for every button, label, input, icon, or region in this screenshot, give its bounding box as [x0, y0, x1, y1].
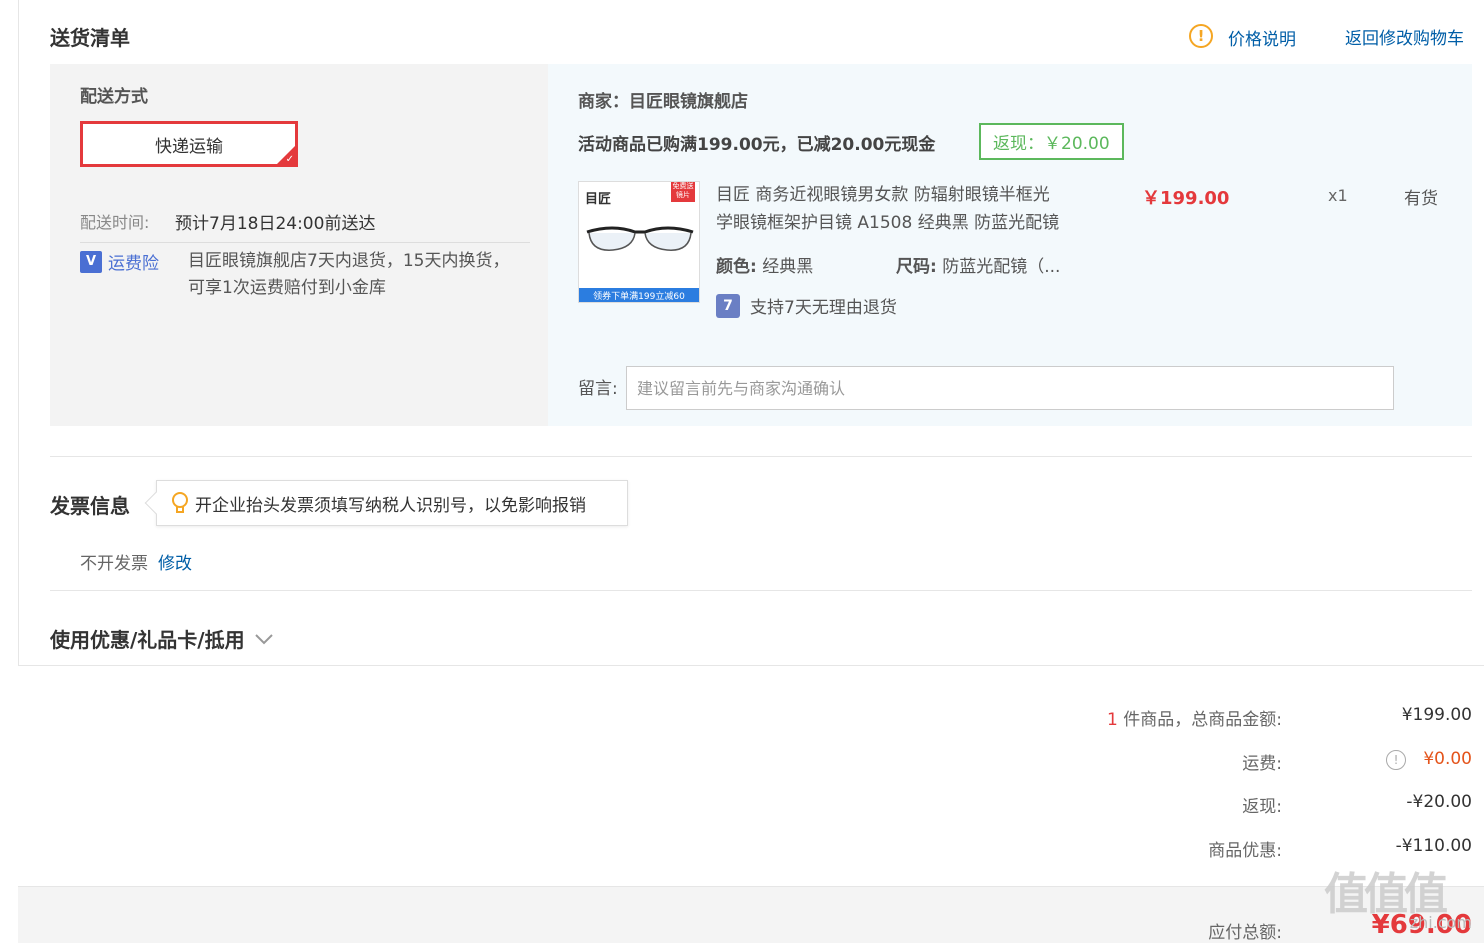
- shield-icon: V: [80, 250, 102, 273]
- rebate-badge: 返现：￥20.00: [979, 123, 1124, 160]
- size-label: 尺码:: [896, 257, 937, 277]
- image-ribbon: 免费送镜片: [671, 182, 695, 202]
- coupon-toggle[interactable]: 使用优惠/礼品卡/抵用: [50, 624, 275, 653]
- shipping-method-label: 配送方式: [80, 87, 148, 107]
- check-icon: ✓: [285, 154, 294, 165]
- goods-total-value: ¥199.00: [1401, 705, 1472, 725]
- size-value: 防蓝光配镜（...: [942, 257, 1061, 277]
- promo-text: 活动商品已购满199.00元，已减20.00元现金: [578, 135, 936, 155]
- info-icon[interactable]: !: [1386, 750, 1406, 770]
- chevron-down-icon: [254, 633, 273, 644]
- product-size: 尺码: 防蓝光配镜（...: [896, 252, 1060, 277]
- image-brand-text: 目匠: [585, 192, 612, 207]
- freight-insurance-badge[interactable]: V 运费险: [80, 249, 159, 274]
- insurance-line-2: 可享1次运费赔付到小金库: [188, 278, 386, 298]
- invoice-tip-text: 开企业抬头发票须填写纳税人识别号，以免影响报销: [195, 495, 586, 516]
- lightbulb-icon: [171, 492, 189, 514]
- warning-icon: !: [1189, 24, 1213, 48]
- return-7day-icon: 7: [716, 293, 740, 318]
- delivery-time-label: 配送时间:: [80, 213, 150, 232]
- return-policy-text: 支持7天无理由退货: [750, 298, 897, 318]
- shipping-fee-label: 运费:: [1242, 754, 1282, 774]
- goods-count-label: 1 件商品，总商品金额:: [1107, 705, 1282, 730]
- invoice-tip: 开企业抬头发票须填写纳税人识别号，以免影响报销: [144, 480, 628, 526]
- glasses-icon: [586, 226, 694, 251]
- price-note-link[interactable]: 价格说明: [1228, 25, 1296, 50]
- delivery-time-value: 预计7月18日24:00前送达: [175, 214, 376, 234]
- shop-panel: 商家：目匠眼镜旗舰店 活动商品已购满199.00元，已减20.00元现金 返现：…: [548, 64, 1472, 426]
- color-value: 经典黑: [762, 257, 814, 277]
- product-title-link[interactable]: 目匠 商务近视眼镜男女款 防辐射眼镜半框光 学眼镜框架护目镜 A1508 经典黑…: [716, 181, 1086, 237]
- invoice-status: 不开发票: [80, 554, 148, 574]
- insurance-line-1: 目匠眼镜旗舰店7天内退货，15天内换货，: [188, 251, 510, 271]
- shipping-option-express[interactable]: 快递运输 ✓: [80, 121, 298, 167]
- section-divider-2: [50, 590, 1472, 591]
- coupon-title: 使用优惠/礼品卡/抵用: [50, 628, 245, 652]
- product-price: ￥199.00: [1142, 188, 1230, 209]
- section-divider-1: [50, 456, 1472, 457]
- freight-insurance-desc: 目匠眼镜旗舰店7天内退货，15天内换货， 可享1次运费赔付到小金库: [188, 248, 509, 302]
- message-label: 留言:: [578, 379, 618, 399]
- discount-value: -¥110.00: [1395, 836, 1472, 856]
- rebate-label: 返现:: [1242, 797, 1282, 817]
- stock-status: 有货: [1404, 189, 1438, 209]
- product-title-line-1: 目匠 商务近视眼镜男女款 防辐射眼镜半框光: [716, 185, 1050, 205]
- product-image[interactable]: 目匠 免费送镜片 领券下单满199立减60: [578, 181, 700, 303]
- image-promo-banner: 领券下单满199立减60: [579, 288, 699, 302]
- return-policy: 7 支持7天无理由退货: [716, 293, 897, 318]
- shipping-option-label: 快递运输: [155, 136, 223, 157]
- shipping-divider: [80, 242, 530, 243]
- delivery-list-title: 送货清单: [50, 26, 130, 50]
- product-quantity: x1: [1328, 186, 1348, 205]
- color-label: 颜色:: [716, 257, 757, 277]
- product-color: 颜色: 经典黑: [716, 252, 813, 277]
- goods-total-label: 件商品，总商品金额:: [1123, 710, 1282, 730]
- discount-label: 商品优惠:: [1208, 841, 1282, 861]
- rebate-value: -¥20.00: [1406, 792, 1472, 812]
- back-to-cart-link[interactable]: 返回修改购物车: [1345, 24, 1464, 49]
- shipping-fee-value: ¥0.00: [1423, 749, 1472, 769]
- watermark-site: zhi.com: [1409, 913, 1472, 932]
- invoice-title: 发票信息: [50, 494, 130, 518]
- goods-count: 1: [1107, 710, 1118, 730]
- merchant-name: 商家：目匠眼镜旗舰店: [578, 92, 748, 112]
- payable-label: 应付总额:: [1208, 923, 1282, 943]
- shipping-panel: 配送方式 快递运输 ✓ 配送时间: 预计7月18日24:00前送达 V 运费险 …: [50, 64, 548, 426]
- message-input[interactable]: [626, 366, 1394, 410]
- freight-insurance-label: 运费险: [108, 254, 159, 274]
- invoice-edit-link[interactable]: 修改: [158, 549, 192, 574]
- product-title-line-2: 学眼镜框架护目镜 A1508 经典黑 防蓝光配镜: [716, 213, 1060, 233]
